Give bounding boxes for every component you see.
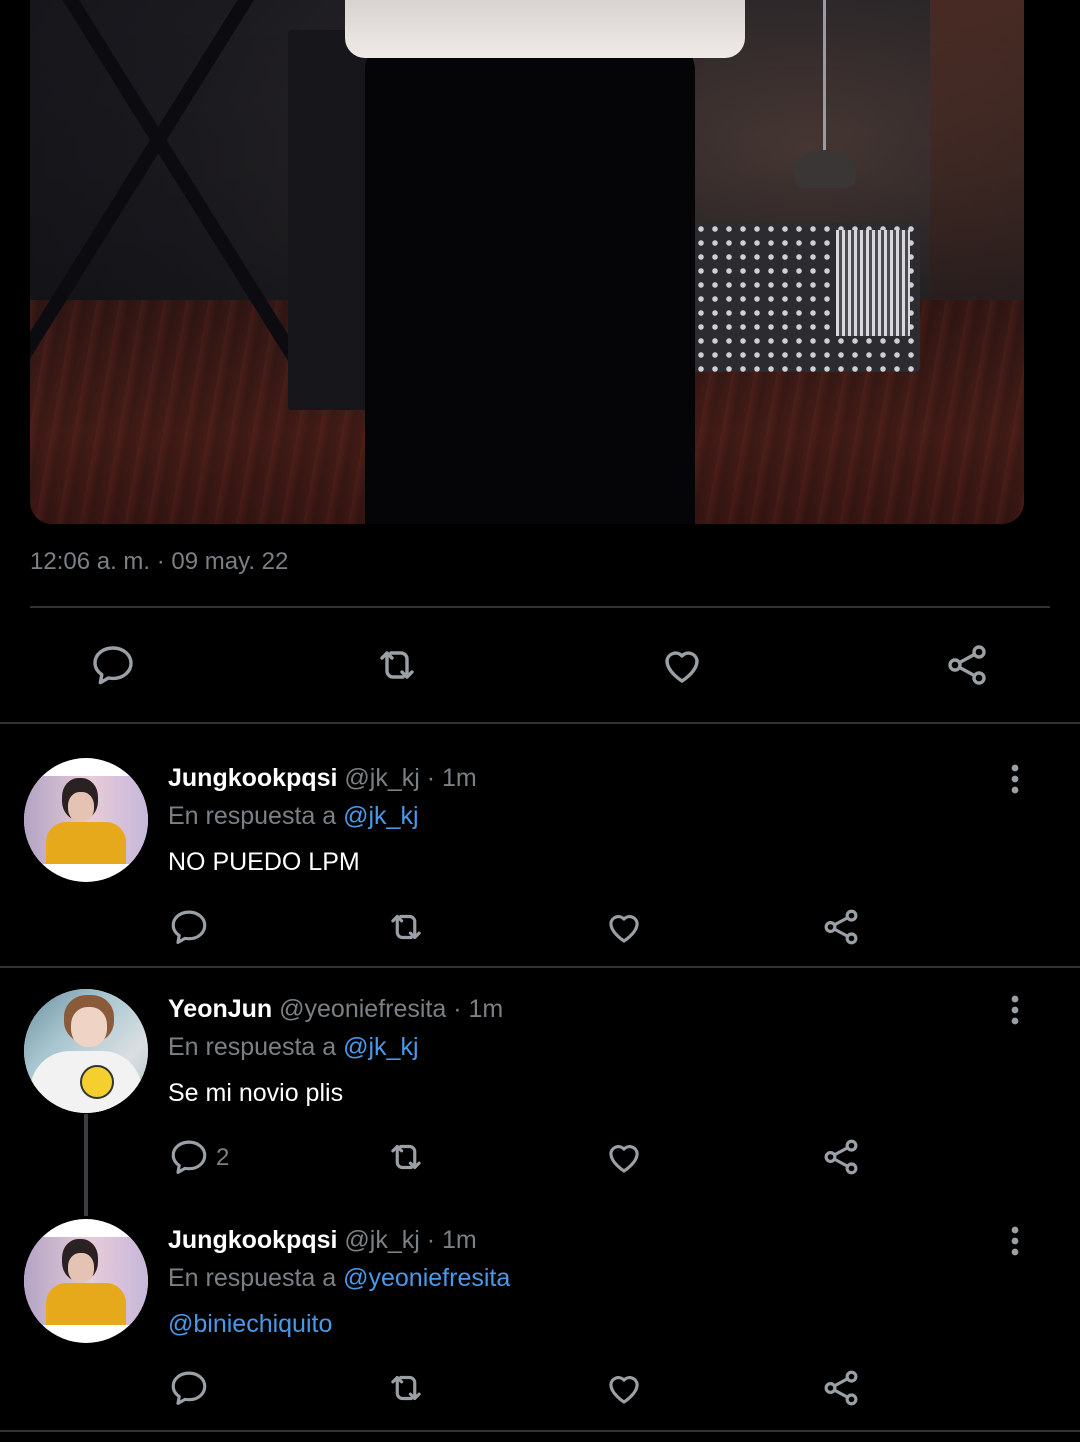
reply-icon[interactable] [89,641,137,689]
heart-icon[interactable] [603,1367,645,1409]
reply-icon[interactable] [168,906,210,948]
display-name[interactable]: YeonJun [168,995,272,1023]
retweet-icon[interactable] [385,906,427,948]
tweet-detail-page: 12:06 a. m. · 09 may. 22 Jungkookpqsi @j… [0,0,1080,1442]
reply-text: NO PUEDO LPM [168,848,360,876]
reply-header: YeonJun @yeoniefresita · 1m [168,995,503,1024]
retweet-icon[interactable] [385,1136,427,1178]
heart-icon[interactable] [603,1136,645,1178]
retweet-icon[interactable] [373,641,421,689]
replying-to: En respuesta a @jk_kj [168,1033,419,1061]
reply-icon[interactable] [168,1367,210,1409]
more-vertical-icon[interactable] [1002,1223,1028,1259]
more-vertical-icon[interactable] [1002,761,1028,797]
avatar[interactable] [24,989,148,1113]
share-icon[interactable] [820,1136,862,1178]
replying-to: En respuesta a @yeoniefresita [168,1264,511,1292]
handle-time: @yeoniefresita · 1m [279,995,504,1023]
reply-tweet[interactable]: YeonJun @yeoniefresita · 1m En respuesta… [0,968,1080,1200]
reply-icon[interactable] [168,1136,210,1178]
mention-link[interactable]: @biniechiquito [168,1310,332,1339]
tweet-timestamp[interactable]: 12:06 a. m. · 09 may. 22 [30,548,288,576]
replying-to: En respuesta a @jk_kj [168,802,419,830]
display-name[interactable]: Jungkookpqsi [168,764,337,792]
heart-icon[interactable] [658,641,706,689]
share-icon[interactable] [943,641,991,689]
mention-link[interactable]: @jk_kj [343,802,418,830]
handle-time: @jk_kj · 1m [344,1226,477,1254]
share-icon[interactable] [820,1367,862,1409]
mention-link[interactable]: @jk_kj [343,1033,418,1061]
more-vertical-icon[interactable] [1002,992,1028,1028]
reply-text: Se mi novio plis [168,1079,344,1107]
avatar[interactable] [24,758,148,882]
tweet-media-image[interactable] [30,0,1024,524]
heart-icon[interactable] [603,906,645,948]
retweet-icon[interactable] [385,1367,427,1409]
share-icon[interactable] [820,906,862,948]
display-name[interactable]: Jungkookpqsi [168,1226,337,1254]
reply-count: 2 [216,1144,230,1171]
reply-header: Jungkookpqsi @jk_kj · 1m [168,1226,477,1255]
reply-tweet[interactable]: Jungkookpqsi @jk_kj · 1m En respuesta a … [0,1200,1080,1430]
mention-link[interactable]: @yeoniefresita [343,1264,510,1292]
avatar[interactable] [24,1219,148,1343]
divider [0,1430,1080,1432]
handle-time: @jk_kj · 1m [344,764,477,792]
divider [30,606,1050,608]
reply-header: Jungkookpqsi @jk_kj · 1m [168,764,477,793]
reply-tweet[interactable]: Jungkookpqsi @jk_kj · 1m En respuesta a … [0,723,1080,967]
